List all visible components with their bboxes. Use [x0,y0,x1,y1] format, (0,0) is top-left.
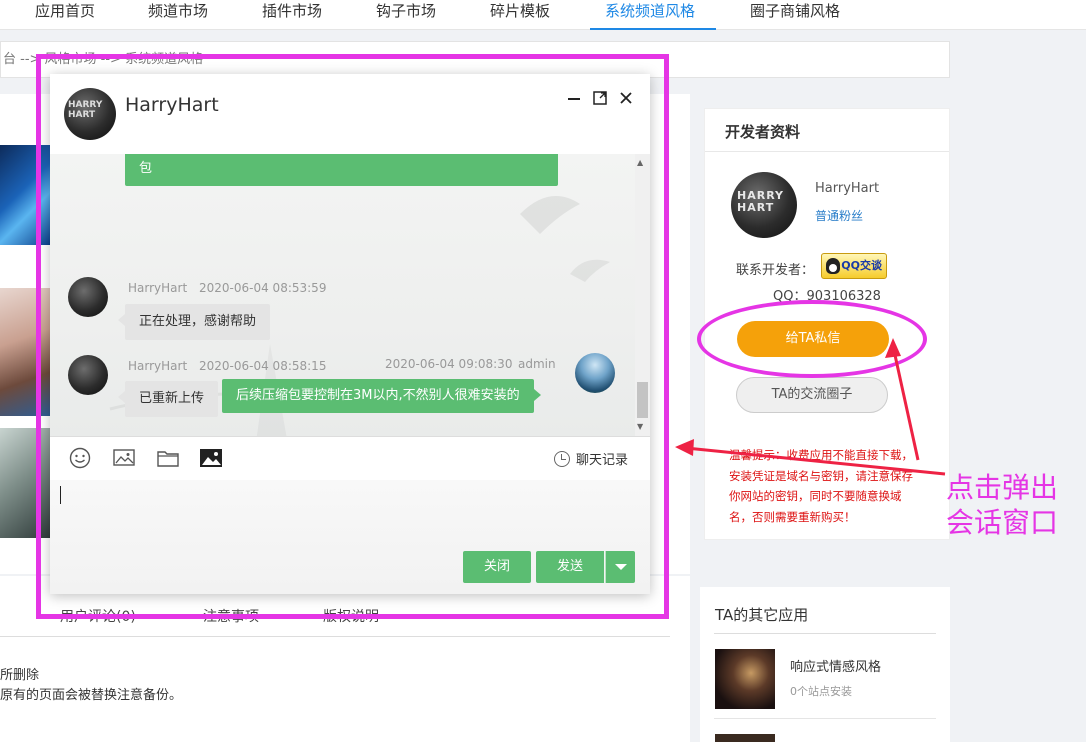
contact-developer-label: 联系开发者： [736,263,815,278]
nav-active-indicator [590,28,716,30]
developer-card-title: 开发者资料 [725,123,801,141]
other-apps-card: TA的其它应用 响应式情感风格 0个站点安装 [700,587,950,742]
nav-item-hook-market[interactable]: 钩子市场 [376,0,436,30]
avatar-text: HARRY HART [737,189,785,214]
developer-circle-button[interactable]: TA的交流圈子 [736,377,888,413]
developer-avatar[interactable]: HARRY HART [731,172,797,238]
page: 应用首页 频道市场 插件市场 钩子市场 碎片模板 系统频道风格 圈子商铺风格 台… [0,0,1086,742]
divider [714,718,936,719]
developer-level[interactable]: 普通粉丝 [815,207,863,224]
divider [705,151,949,152]
nav-item-plugin-market[interactable]: 插件市场 [262,0,322,30]
annotation-text: 点击弹出 会话窗口 [946,470,1058,540]
qq-chat-label: QQ交谈 [841,259,882,272]
nav-item-channel-market[interactable]: 频道市场 [148,0,208,30]
annotation-line-1: 点击弹出 [946,471,1059,504]
app-thumbnail[interactable] [715,649,775,709]
detail-text: 原有的页面会被替换注意备份。 [0,688,183,703]
annotation-highlight-box [36,54,669,619]
developer-name[interactable]: HarryHart [815,181,879,196]
annotation-highlight-ellipse [697,300,927,378]
detail-text: 所删除 [0,668,40,683]
annotation-line-2: 会话窗口 [946,506,1059,539]
app-thumbnail[interactable] [715,734,775,742]
tab-divider [0,636,670,637]
top-nav: 应用首页 频道市场 插件市场 钩子市场 碎片模板 系统频道风格 圈子商铺风格 [0,0,1086,30]
nav-item-app-home[interactable]: 应用首页 [35,0,95,30]
other-apps-title: TA的其它应用 [715,606,809,624]
nav-item-fragment-template[interactable]: 碎片模板 [490,0,550,30]
qq-penguin-icon [826,258,840,274]
other-app-name[interactable]: 响应式情感风格 [790,656,881,675]
nav-item-system-channel-style[interactable]: 系统频道风格 [605,0,695,30]
divider [714,633,936,634]
warm-tip: 温馨提示：收费应用不能直接下载，安装凭证是域名与密钥，请注意保存你网站的密钥，同… [729,448,913,524]
qq-chat-button[interactable]: QQ交谈 [821,253,887,279]
other-app-installs: 0个站点安装 [790,685,852,698]
nav-item-circle-shop-style[interactable]: 圈子商铺风格 [750,0,840,30]
